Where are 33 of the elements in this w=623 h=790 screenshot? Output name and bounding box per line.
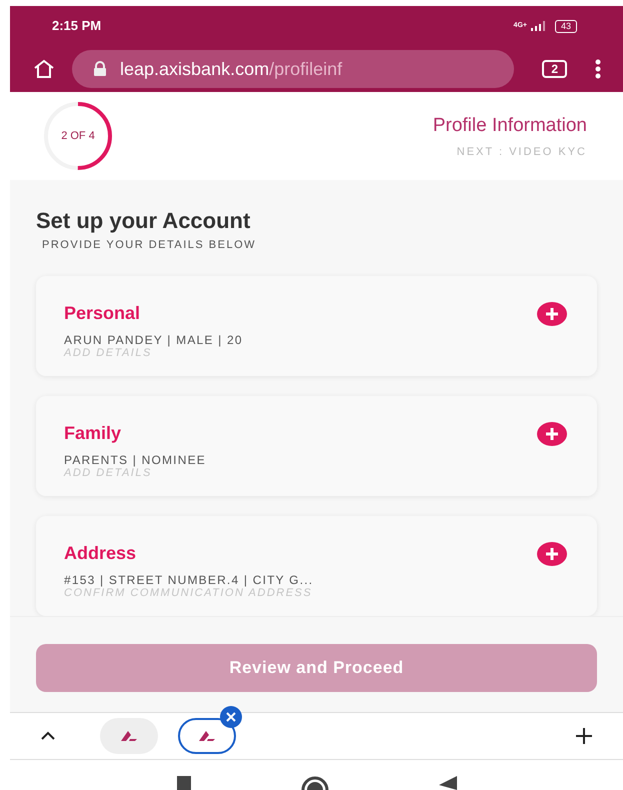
next-step-label: NEXT : VIDEO KYC	[456, 145, 587, 160]
back-icon[interactable]	[438, 776, 456, 790]
step-label: 2 OF 4	[61, 130, 95, 142]
card-summary: ARUN PANDEY | MALE | 20	[64, 332, 244, 346]
card-title: Personal	[64, 302, 142, 324]
card-title: Family	[64, 422, 122, 445]
address-bar[interactable]: leap.axisbank.com/profileinf	[72, 50, 514, 88]
signal-icon	[530, 21, 547, 31]
status-time: 2:15 PM	[52, 17, 102, 36]
home-button-icon[interactable]	[300, 776, 328, 790]
add-icon[interactable]	[537, 302, 567, 326]
page-title: Profile Information	[432, 114, 587, 138]
add-icon[interactable]	[537, 422, 567, 446]
menu-icon[interactable]	[595, 59, 601, 79]
card-title: Address	[64, 542, 138, 564]
card-summary: #153 | STREET NUMBER.4 | CITY G...	[64, 572, 314, 586]
tab-count-button[interactable]: 2	[542, 60, 567, 78]
browser-tab[interactable]	[100, 718, 158, 754]
section-subheading: PROVIDE YOUR DETAILS BELOW	[42, 238, 258, 253]
logo-icon	[120, 730, 138, 742]
browser-tab[interactable]	[178, 718, 236, 754]
home-icon[interactable]	[32, 59, 56, 79]
chevron-up-icon[interactable]	[40, 731, 56, 741]
url-text: leap.axisbank.com/profileinf	[120, 58, 342, 81]
logo-icon	[198, 730, 216, 742]
lock-icon	[92, 61, 108, 77]
battery-indicator: 43	[554, 20, 577, 32]
card-summary: PARENTS | NOMINEE	[64, 452, 207, 466]
new-tab-icon[interactable]	[575, 727, 593, 745]
close-icon[interactable]	[220, 706, 242, 728]
add-icon[interactable]	[537, 542, 567, 566]
recents-icon[interactable]	[176, 776, 190, 790]
section-heading: Set up your Account	[36, 207, 252, 235]
